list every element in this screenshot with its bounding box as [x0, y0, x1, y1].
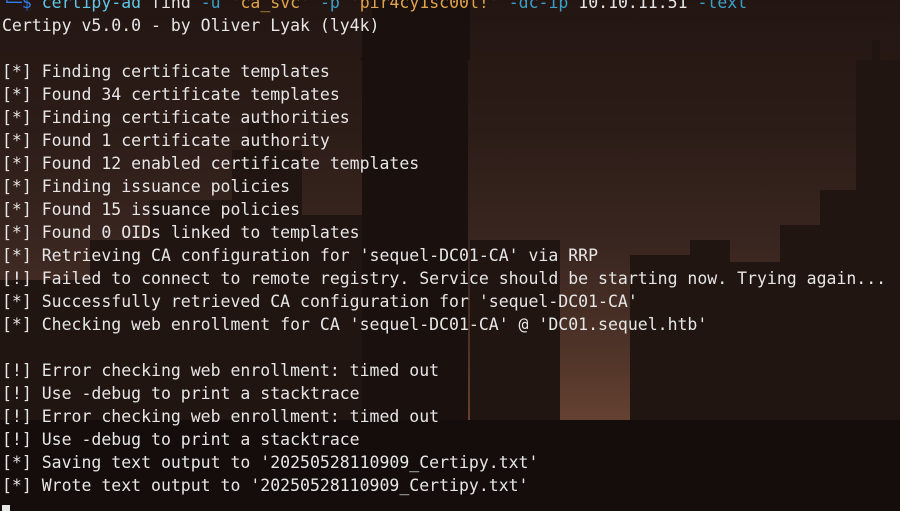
output-line: [*] Found 0 OIDs linked to templates	[2, 223, 360, 242]
output-line: [*] Successfully retrieved CA configurat…	[2, 292, 638, 311]
command-prompt-line[interactable]: └─$ certipy-ad find -u 'ca_svc' -p 'pir4…	[0, 0, 900, 14]
output-line: [*] Finding certificate authorities	[2, 108, 350, 127]
output-line: [*] Found 12 enabled certificate templat…	[2, 154, 420, 173]
output-line: [!] Use -debug to print a stacktrace	[2, 384, 360, 403]
output-line: [*] Found 34 certificate templates	[2, 85, 340, 104]
arg-password: 'pir4cy1sc00l!'	[349, 0, 499, 12]
prompt-symbol: $	[21, 0, 32, 12]
output-line: [*] Retrieving CA configuration for 'seq…	[2, 246, 599, 265]
output-line: [*] Found 1 certificate authority	[2, 131, 330, 150]
flag-dc-ip: -dc-ip	[508, 0, 569, 12]
terminal-output: └─$ certipy-ad find -u 'ca_svc' -p 'pir4…	[0, 0, 900, 497]
output-line: [*] Finding issuance policies	[2, 177, 291, 196]
terminal-window[interactable]: └─$ certipy-ad find -u 'ca_svc' -p 'pir4…	[0, 0, 900, 511]
command-name: certipy-ad	[41, 0, 142, 12]
output-line: [*] Checking web enrollment for CA 'sequ…	[2, 315, 708, 334]
output-line: Certipy v5.0.0 - by Oliver Lyak (ly4k)	[2, 16, 380, 35]
prompt-corner: └─	[2, 0, 22, 12]
arg-user: 'ca_svc'	[230, 0, 311, 12]
output-line: [*] Found 15 issuance policies	[2, 200, 301, 219]
arg-ip: 10.10.11.51	[578, 0, 688, 12]
output-line: [*] Wrote text output to '20250528110909…	[2, 476, 529, 495]
output-line: [*] Finding certificate templates	[2, 62, 330, 81]
output-line: [!] Error checking web enrollment: timed…	[2, 361, 440, 380]
command-subcommand: find	[151, 0, 191, 12]
flag-text: -text	[697, 0, 748, 12]
flag-password: -p	[319, 0, 340, 12]
output-line: [!] Failed to connect to remote registry…	[2, 269, 887, 288]
terminal-cursor[interactable]	[2, 505, 10, 511]
output-line: [*] Saving text output to '2025052811090…	[2, 453, 539, 472]
output-line: [!] Use -debug to print a stacktrace	[2, 430, 360, 449]
flag-user: -u	[200, 0, 221, 12]
output-line: [!] Error checking web enrollment: timed…	[2, 407, 440, 426]
